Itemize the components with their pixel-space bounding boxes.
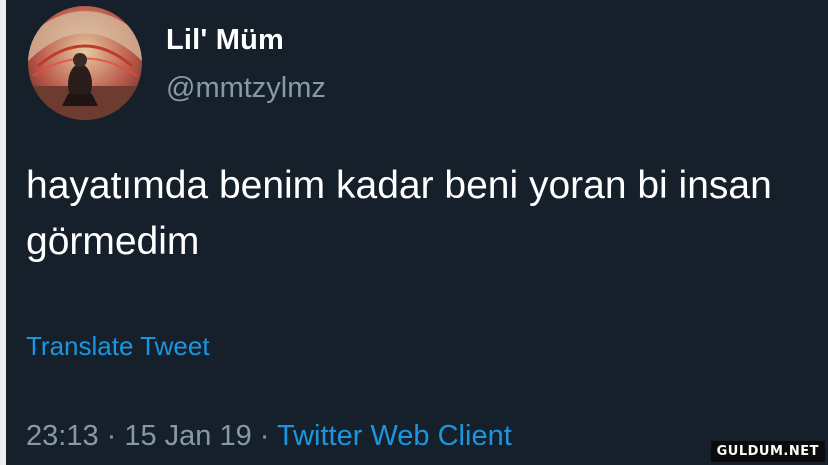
translate-tweet-link[interactable]: Translate Tweet — [26, 331, 210, 362]
user-display-name[interactable]: Lil' Müm — [166, 24, 284, 57]
tweet-time[interactable]: 23:13 — [26, 420, 99, 452]
user-handle[interactable]: @mmtzylmz — [166, 72, 326, 105]
meta-separator: · — [251, 420, 277, 452]
profile-photo-icon — [28, 6, 142, 120]
tweet-date[interactable]: 15 Jan 19 — [124, 420, 251, 452]
avatar[interactable] — [28, 6, 142, 120]
tweet-meta: 23:13 · 15 Jan 19 · Twitter Web Client — [26, 420, 512, 453]
tweet-text: hayatımda benim kadar beni yoran bi insa… — [26, 164, 772, 263]
tweet-source-link[interactable]: Twitter Web Client — [277, 420, 512, 452]
tweet-card: Lil' Müm @mmtzylmz hayatımda benim kadar… — [6, 0, 828, 465]
meta-separator: · — [98, 420, 125, 452]
watermark-label: GULDUM.NET — [710, 441, 825, 462]
